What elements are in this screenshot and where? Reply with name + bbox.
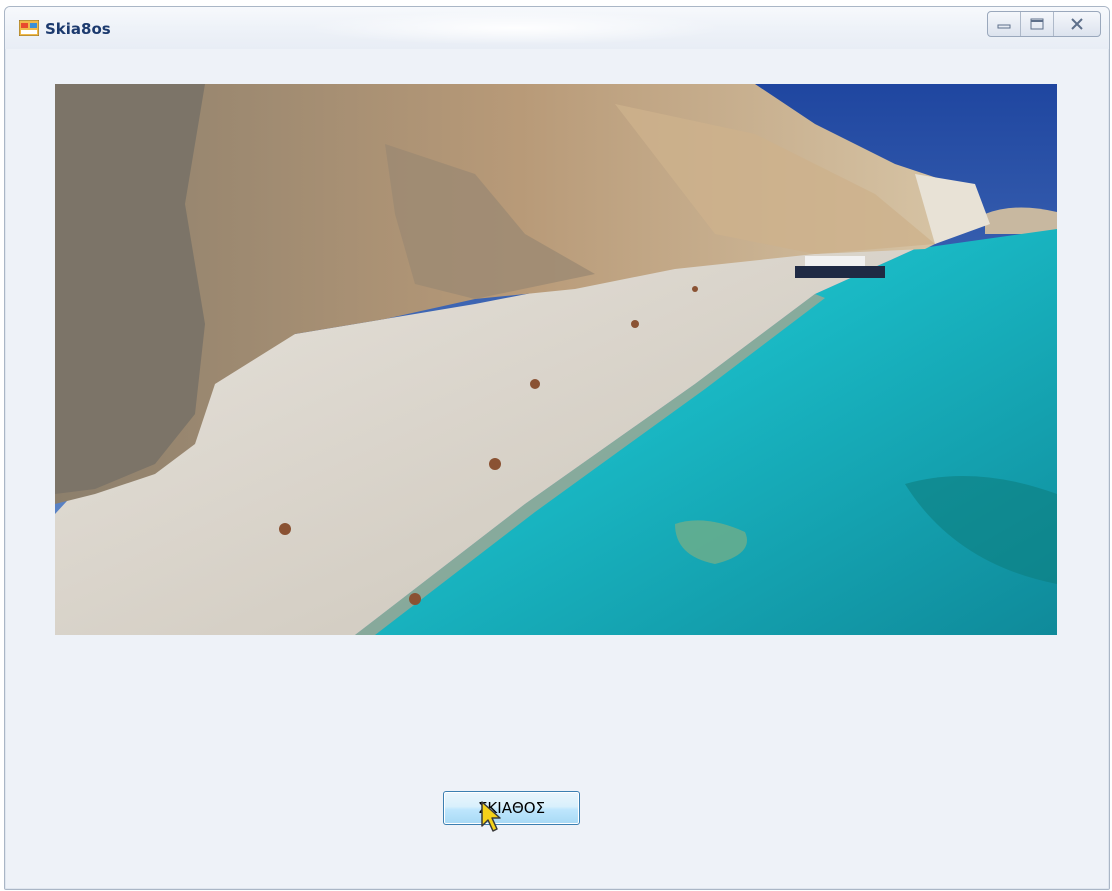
title-bar-glow: [305, 11, 725, 45]
window-title: Skia8os: [45, 20, 111, 38]
app-window: Skia8os ΣΚΙΑΘΟΣ: [4, 6, 1110, 890]
app-window-icon[interactable]: [19, 20, 39, 36]
minimize-button[interactable]: [988, 12, 1021, 36]
beach-photo: [55, 84, 1057, 635]
minimize-icon: [997, 24, 1011, 29]
beach-photo-image: [55, 84, 1057, 635]
close-icon: [1071, 18, 1083, 30]
maximize-button[interactable]: [1021, 12, 1054, 36]
arrow-cursor-icon: [481, 801, 501, 832]
title-bar[interactable]: Skia8os: [5, 7, 1109, 49]
close-button[interactable]: [1054, 12, 1100, 36]
skiathos-button[interactable]: ΣΚΙΑΘΟΣ: [443, 791, 580, 825]
caption-buttons: [987, 11, 1101, 37]
maximize-icon: [1030, 18, 1044, 30]
